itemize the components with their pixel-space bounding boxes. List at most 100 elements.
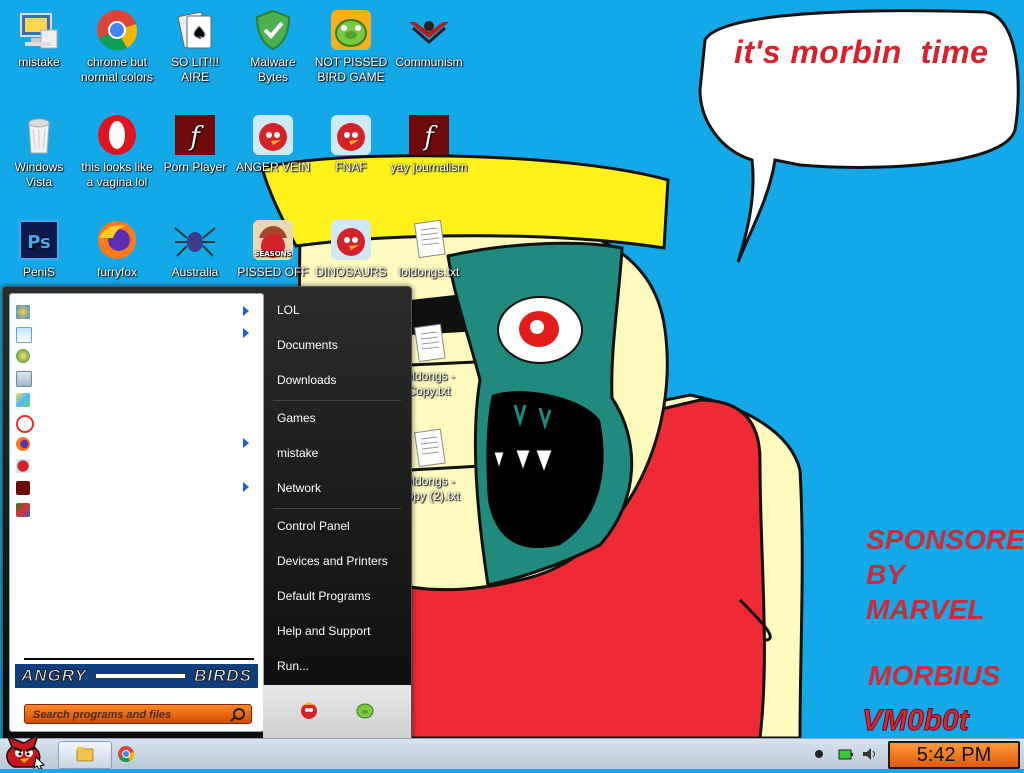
desktop-icon-porn-player[interactable]: f Porn Player bbox=[156, 113, 234, 175]
start-program-item[interactable] bbox=[14, 368, 259, 388]
solitaire-icon: ♠ bbox=[173, 8, 217, 52]
angry-bird-icon bbox=[329, 218, 373, 262]
taskbar-clock[interactable]: 5:42 PM bbox=[888, 741, 1020, 769]
start-right-default-programs[interactable]: Default Programs bbox=[265, 581, 403, 611]
start-button-bird-icon[interactable] bbox=[2, 731, 46, 769]
angry-bird-icon bbox=[329, 113, 373, 157]
start-program-item[interactable] bbox=[14, 456, 259, 476]
opera-icon bbox=[95, 113, 139, 157]
start-right-mistake[interactable]: mistake bbox=[265, 438, 403, 468]
start-program-item[interactable] bbox=[14, 346, 259, 366]
firefox-icon bbox=[95, 218, 139, 262]
media-center-icon bbox=[16, 349, 30, 363]
battery-icon[interactable] bbox=[838, 747, 853, 761]
text-file-icon bbox=[407, 427, 451, 471]
desktop-icon-malwarebytes[interactable]: Malware Bytes bbox=[234, 8, 312, 85]
all-programs-divider bbox=[24, 658, 254, 660]
snipping-tool-icon bbox=[16, 415, 34, 433]
banner-right-text: BIRDS bbox=[194, 666, 252, 686]
desktop-icon-bird-game[interactable]: NOT PISSED BIRD GAME bbox=[312, 8, 390, 85]
paint-icon bbox=[16, 393, 30, 407]
svg-text:♠: ♠ bbox=[192, 23, 206, 42]
desktop-icon-yay-journalism[interactable]: f yay journalism bbox=[390, 113, 468, 175]
start-right-control-panel[interactable]: Control Panel bbox=[265, 511, 403, 541]
desktop-icon-anger-vein[interactable]: ANGER VEIN bbox=[234, 113, 312, 175]
start-menu: ANGRY BIRDS LOL Documents Downloads Game… bbox=[2, 286, 412, 740]
start-right-games[interactable]: Games bbox=[265, 403, 403, 433]
submenu-arrow-icon bbox=[243, 482, 249, 492]
desktop-icon-label: Porn Player bbox=[163, 160, 227, 174]
desktop-icon-communism[interactable]: Communism bbox=[390, 8, 468, 70]
desktop-icon-fnaf[interactable]: FNAF bbox=[312, 113, 390, 175]
options-pig-icon[interactable] bbox=[355, 701, 375, 719]
start-program-item[interactable] bbox=[14, 324, 259, 344]
angry-birds-banner[interactable]: ANGRY BIRDS bbox=[15, 664, 258, 688]
taskbar-explorer-button[interactable] bbox=[58, 741, 112, 769]
calculator-icon bbox=[16, 371, 32, 387]
svg-text:SEASONS: SEASONS bbox=[254, 250, 291, 258]
search-input[interactable] bbox=[31, 706, 225, 724]
start-program-item[interactable] bbox=[14, 390, 259, 410]
desktop-icon-label: this looks like a vagina lol bbox=[81, 160, 153, 189]
taskbar: 5:42 PM bbox=[0, 733, 1024, 769]
sponsor-line: SPONSORED bbox=[866, 524, 1024, 555]
desktop-icon-chrome[interactable]: chrome but normal colors bbox=[78, 8, 156, 85]
desktop-icon-firefox[interactable]: furryfox bbox=[78, 218, 156, 280]
start-right-documents[interactable]: Documents bbox=[265, 330, 403, 360]
start-right-help-support[interactable]: Help and Support bbox=[265, 616, 403, 646]
desktop-icon-photoshop[interactable]: Ps PeniS bbox=[0, 218, 78, 280]
desktop-icon-label: ANGER VEIN bbox=[235, 160, 310, 174]
chrome-icon bbox=[95, 8, 139, 52]
photoshop-icon: Ps bbox=[17, 218, 61, 262]
start-program-item[interactable] bbox=[14, 434, 259, 454]
start-program-item[interactable] bbox=[14, 302, 259, 322]
desktop-icon-label: FNAF bbox=[335, 160, 367, 174]
desktop-icon-label: DINOSAURS bbox=[315, 265, 387, 279]
menu-separator bbox=[273, 400, 401, 401]
sponsor-line: MARVEL bbox=[866, 594, 985, 625]
desktop-icon-dinosaurs[interactable]: DINOSAURS bbox=[312, 218, 390, 280]
desktop-icon-opera[interactable]: this looks like a vagina lol bbox=[78, 113, 156, 190]
start-right-network[interactable]: Network bbox=[265, 473, 403, 503]
start-right-lol[interactable]: LOL bbox=[265, 295, 403, 325]
taskbar-chrome-button[interactable] bbox=[108, 741, 160, 767]
flash-icon: f bbox=[407, 113, 451, 157]
trash-icon bbox=[17, 113, 61, 157]
desktop-icon-mistake[interactable]: mistake bbox=[0, 8, 78, 70]
start-right-downloads[interactable]: Downloads bbox=[265, 365, 403, 395]
desktop-icon-label: chrome but normal colors bbox=[80, 55, 154, 84]
morbius-text: MORBIUS bbox=[868, 660, 1001, 691]
shield-icon bbox=[251, 8, 295, 52]
flash-icon bbox=[16, 481, 30, 495]
svg-text:Ps: Ps bbox=[27, 232, 51, 253]
desktop-icon-loldongs[interactable]: loldongs.txt bbox=[390, 218, 468, 280]
start-menu-power-area bbox=[263, 685, 411, 739]
desktop-icon-solitaire[interactable]: ♠ SO LIT!!! AIRE bbox=[156, 8, 234, 85]
volume-icon[interactable] bbox=[862, 747, 876, 761]
search-icon[interactable] bbox=[233, 708, 245, 720]
firefox-icon bbox=[16, 437, 30, 451]
desktop-icon-label: furryfox bbox=[96, 265, 137, 279]
shutdown-bird-icon[interactable] bbox=[299, 701, 319, 719]
desktop-icon-australia[interactable]: Australia bbox=[156, 218, 234, 280]
start-program-item[interactable] bbox=[14, 478, 259, 498]
sponsor-line: BY bbox=[866, 559, 905, 590]
text-file-icon bbox=[407, 322, 451, 366]
angry-bird-icon bbox=[16, 459, 30, 473]
desktop-icon-label: SO LIT!!! AIRE bbox=[170, 55, 219, 84]
desktop-icon-label: yay journalism bbox=[390, 160, 468, 174]
desktop-icon-label: NOT PISSED BIRD GAME bbox=[314, 55, 388, 84]
explorer-icon bbox=[76, 747, 94, 762]
start-program-item[interactable] bbox=[14, 500, 259, 520]
start-right-run[interactable]: Run... bbox=[265, 651, 403, 681]
banner-bar bbox=[95, 673, 187, 679]
start-right-devices-printers[interactable]: Devices and Printers bbox=[265, 546, 403, 576]
desktop-icon-windows-vista[interactable]: Windows Vista bbox=[0, 113, 78, 190]
start-program-item[interactable] bbox=[14, 412, 259, 433]
spider-solitaire-icon bbox=[173, 218, 217, 262]
pig-icon bbox=[329, 8, 373, 52]
start-search-box[interactable] bbox=[24, 704, 252, 724]
tray-dot-icon[interactable] bbox=[812, 747, 826, 761]
sponsor-text: SPONSORED BY MARVEL bbox=[866, 522, 1024, 627]
desktop-icon-pissed-off[interactable]: SEASONS PISSED OFF bbox=[234, 218, 312, 280]
